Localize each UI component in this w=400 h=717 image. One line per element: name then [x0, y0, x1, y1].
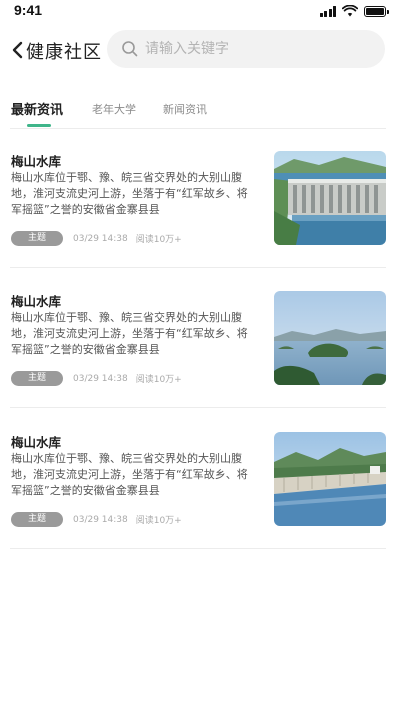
wifi-icon: [342, 5, 358, 17]
search-input[interactable]: [145, 30, 375, 68]
article-read-count: 阅读10万+: [135, 375, 182, 385]
article-meta: 主题 03/29 14:38 阅读10万+: [11, 371, 182, 386]
topic-tag[interactable]: 主题: [11, 371, 63, 386]
article-title: 梅山水库: [11, 294, 62, 309]
article-read-count: 阅读10万+: [135, 516, 182, 526]
article-meta: 主题 03/29 14:38 阅读10万+: [11, 231, 182, 246]
divider: [10, 128, 386, 129]
article-date: 03/29 14:38: [73, 514, 128, 525]
battery-icon: [364, 5, 389, 17]
status-time: 9:41: [14, 2, 43, 18]
search-box[interactable]: [107, 30, 385, 68]
tab-senior-university[interactable]: 老年大学: [92, 101, 136, 117]
article-read-count: 阅读10万+: [135, 235, 182, 245]
dam-photo[interactable]: [274, 151, 386, 245]
tab-news[interactable]: 新闻资讯: [163, 101, 207, 117]
dam-wall-photo[interactable]: [274, 432, 386, 526]
divider: [10, 407, 386, 408]
topic-tag[interactable]: 主题: [11, 512, 63, 527]
article-date: 03/29 14:38: [73, 373, 128, 384]
cellular-signal-icon: [319, 5, 336, 17]
status-bar: 9:41: [0, 0, 400, 24]
lake-island-photo[interactable]: [274, 291, 386, 385]
divider: [10, 548, 386, 549]
article-card[interactable]: 梅山水库 梅山水库位于鄂、豫、皖三省交界处的大别山腹地，淮河支流史河上游，坐落于…: [0, 432, 400, 570]
article-excerpt: 梅山水库位于鄂、豫、皖三省交界处的大别山腹地，淮河支流史河上游，坐落于有“红军故…: [11, 311, 248, 356]
divider: [10, 267, 386, 268]
search-icon: [122, 41, 138, 57]
article-title: 梅山水库: [11, 435, 62, 450]
chevron-left-icon[interactable]: [8, 38, 28, 62]
header: 健康社区: [0, 30, 400, 70]
article-date: 03/29 14:38: [73, 233, 128, 244]
article-meta: 主题 03/29 14:38 阅读10万+: [11, 512, 182, 527]
topic-tag[interactable]: 主题: [11, 231, 63, 246]
article-card[interactable]: 梅山水库 梅山水库位于鄂、豫、皖三省交界处的大别山腹地，淮河支流史河上游，坐落于…: [0, 151, 400, 289]
article-card[interactable]: 梅山水库 梅山水库位于鄂、豫、皖三省交界处的大别山腹地，淮河支流史河上游，坐落于…: [0, 291, 400, 429]
tab-latest-news[interactable]: 最新资讯: [11, 99, 63, 118]
article-title: 梅山水库: [11, 154, 62, 169]
tab-bar: 最新资讯 老年大学 新闻资讯: [0, 96, 400, 128]
article-excerpt: 梅山水库位于鄂、豫、皖三省交界处的大别山腹地，淮河支流史河上游，坐落于有“红军故…: [11, 452, 248, 497]
article-excerpt: 梅山水库位于鄂、豫、皖三省交界处的大别山腹地，淮河支流史河上游，坐落于有“红军故…: [11, 171, 248, 216]
page-title: 健康社区: [26, 42, 102, 63]
status-icons: [319, 5, 389, 17]
active-tab-indicator: [27, 124, 51, 127]
